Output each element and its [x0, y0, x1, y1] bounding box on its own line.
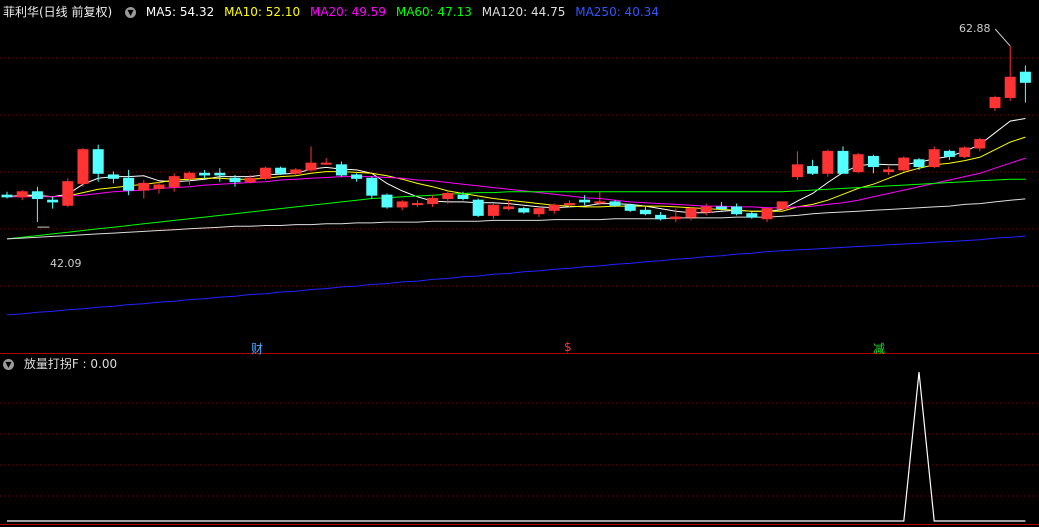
candle-down — [457, 194, 469, 200]
ma250-line — [6, 235, 1026, 316]
candle-up — [959, 147, 971, 157]
candle-up — [153, 184, 165, 189]
chevron-down-icon[interactable]: ▼ — [3, 359, 14, 370]
candle-up — [290, 169, 302, 174]
candle-up — [594, 201, 606, 204]
ma10-line — [6, 136, 1026, 212]
candle-down — [837, 150, 849, 174]
stock-title: 菲利华(日线 前复权) — [3, 5, 113, 19]
candle-down — [92, 149, 104, 174]
candle-up — [16, 191, 28, 198]
ma60-label: MA60: 47.13 — [395, 5, 472, 19]
candle-up — [259, 167, 271, 179]
candle-down — [366, 177, 378, 196]
candle-down — [199, 172, 211, 176]
candle-down — [731, 206, 743, 215]
candle-up — [1004, 76, 1016, 98]
candle-up — [442, 192, 454, 200]
candle-down — [381, 194, 393, 208]
candle-down — [746, 213, 758, 218]
candle-up — [928, 149, 940, 168]
candle-up — [305, 162, 317, 171]
candle-down — [1019, 71, 1031, 83]
candle-down — [335, 164, 347, 176]
candle-down — [123, 177, 135, 191]
candle-down — [579, 199, 591, 203]
candle-up — [244, 177, 256, 183]
candle-up — [670, 216, 682, 220]
candle-up — [503, 206, 515, 210]
candle-up — [791, 164, 803, 178]
candle-up — [487, 204, 499, 216]
candle-down — [943, 150, 955, 157]
candle-up — [989, 96, 1001, 109]
sub-legend: ▼ 放量打拐F : 0.00 — [0, 355, 123, 373]
candle-down — [472, 199, 484, 216]
marker-jian: 减 — [873, 342, 886, 356]
candle-up — [548, 204, 560, 211]
candle-down — [715, 206, 727, 210]
candle-up — [700, 206, 712, 213]
candle-up — [685, 208, 697, 218]
ma20-label: MA20: 49.59 — [309, 5, 387, 19]
candle-down — [913, 159, 925, 168]
marker-dollar: $ — [564, 340, 572, 354]
high-pointer — [994, 28, 1011, 47]
ma10-label: MA10: 52.10 — [224, 5, 301, 19]
candle-down — [655, 214, 667, 220]
low-price-label: 42.09 — [50, 257, 82, 270]
main-legend: 菲利华(日线 前复权) ▼ MA5: 54.32 MA10: 52.10 MA2… — [0, 3, 665, 21]
candle-up — [761, 208, 773, 220]
candle-up — [320, 162, 332, 165]
candle-up — [77, 149, 89, 184]
candle-down — [624, 204, 636, 211]
kline-chart[interactable] — [0, 0, 1039, 527]
candle-up — [396, 201, 408, 208]
candle-down — [518, 208, 530, 213]
candle-down — [214, 172, 226, 176]
candle-down — [31, 191, 43, 200]
candle-up — [822, 150, 834, 174]
candle-up — [62, 181, 74, 206]
marker-cai: 财 — [251, 342, 264, 356]
candle-up — [427, 198, 439, 205]
candle-down — [609, 201, 621, 206]
candle-down — [1, 194, 13, 198]
indicator-label: 放量打拐F : 0.00 — [23, 357, 118, 371]
ma120-label: MA120: 44.75 — [481, 5, 566, 19]
candle-down — [639, 209, 651, 215]
chevron-down-icon[interactable]: ▼ — [125, 7, 137, 18]
candle-down — [47, 199, 59, 203]
candle-down — [351, 174, 363, 179]
candle-up — [852, 154, 864, 173]
candle-down — [275, 167, 287, 174]
candle-up — [883, 169, 895, 173]
high-price-label: 62.88 — [959, 22, 991, 35]
ma5-label: MA5: 54.32 — [145, 5, 215, 19]
candle-up — [533, 208, 545, 215]
candle-up — [168, 176, 180, 188]
candle-down — [229, 177, 241, 183]
candle-up — [974, 139, 986, 149]
candle-up — [776, 201, 788, 210]
candle-down — [107, 174, 119, 179]
candle-up — [138, 182, 150, 191]
candle-down — [807, 166, 819, 174]
ma250-label: MA250: 40.34 — [575, 5, 659, 19]
candle-up — [411, 203, 423, 206]
candle-down — [867, 155, 879, 168]
candle-up — [898, 157, 910, 171]
candle-up — [563, 203, 575, 206]
candle-up — [183, 172, 195, 179]
indicator-line — [7, 371, 1026, 522]
